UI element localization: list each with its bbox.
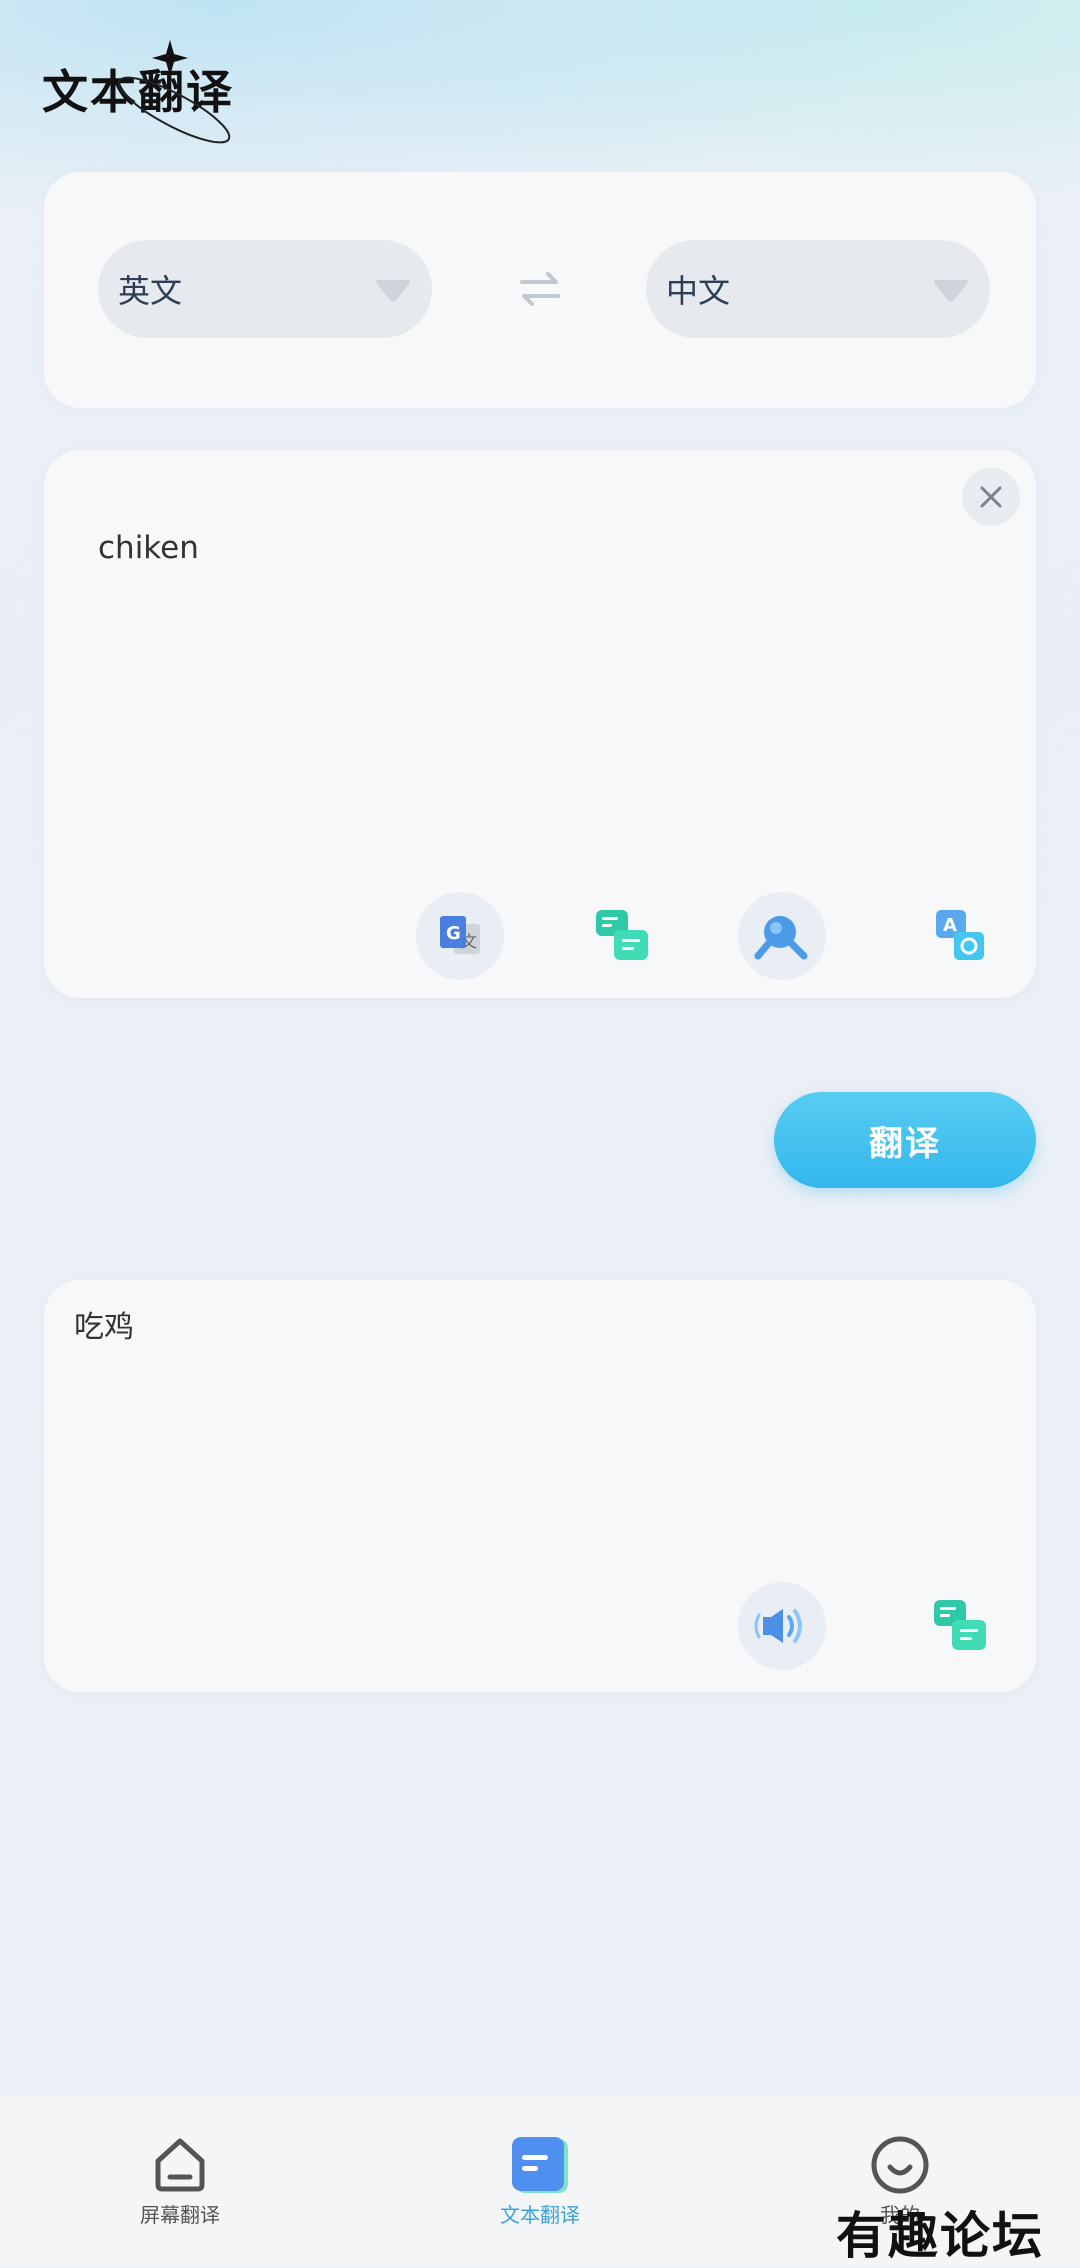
orbit-sparkle-icon	[117, 40, 231, 144]
svg-text:A: A	[943, 915, 957, 936]
nav-label: 屏幕翻译	[140, 2203, 220, 2227]
source-language-dropdown[interactable]: 英文	[98, 240, 432, 338]
swap-languages-icon[interactable]	[518, 270, 562, 308]
document-icon	[512, 2137, 568, 2193]
nav-item-text-translate[interactable]: 文本翻译	[440, 2133, 640, 2228]
source-text-card: chiken 文 G A	[44, 450, 1036, 998]
google-translate-icon: 文 G	[440, 916, 480, 954]
image-translate-icon: A	[936, 910, 984, 960]
forum-watermark: 有趣论坛	[836, 2206, 1044, 2265]
dictionary-search-button[interactable]	[738, 892, 826, 980]
language-selector-card: 英文 中文	[44, 172, 1036, 408]
google-translate-button[interactable]: 文 G	[416, 892, 504, 980]
smile-icon	[871, 2136, 929, 2194]
dialogue-translate-button[interactable]	[578, 892, 666, 980]
source-language-label: 英文	[118, 272, 183, 310]
speak-result-button[interactable]	[738, 1582, 826, 1670]
result-card: 吃鸡	[44, 1280, 1036, 1692]
close-icon	[980, 486, 1002, 508]
image-translate-button[interactable]: A	[916, 892, 1004, 980]
dialogue-translate-icon	[596, 910, 648, 960]
dialogue-translate-button[interactable]	[916, 1582, 1004, 1670]
dialogue-translate-icon	[934, 1600, 986, 1650]
chevron-down-icon	[934, 280, 968, 302]
magnifier-icon	[754, 916, 808, 960]
nav-label: 文本翻译	[500, 2203, 580, 2227]
home-icon	[155, 2138, 205, 2192]
target-language-dropdown[interactable]: 中文	[646, 240, 990, 338]
translate-button[interactable]: 翻译	[774, 1092, 1036, 1188]
source-text-input[interactable]: chiken	[98, 530, 199, 566]
nav-item-screen-translate[interactable]: 屏幕翻译	[80, 2133, 280, 2228]
svg-text:G: G	[446, 923, 461, 944]
translation-result-text: 吃鸡	[74, 1310, 134, 1345]
chevron-down-icon	[376, 280, 410, 302]
speaker-icon	[754, 1609, 802, 1643]
target-language-label: 中文	[666, 272, 731, 310]
clear-input-button[interactable]	[962, 468, 1020, 526]
